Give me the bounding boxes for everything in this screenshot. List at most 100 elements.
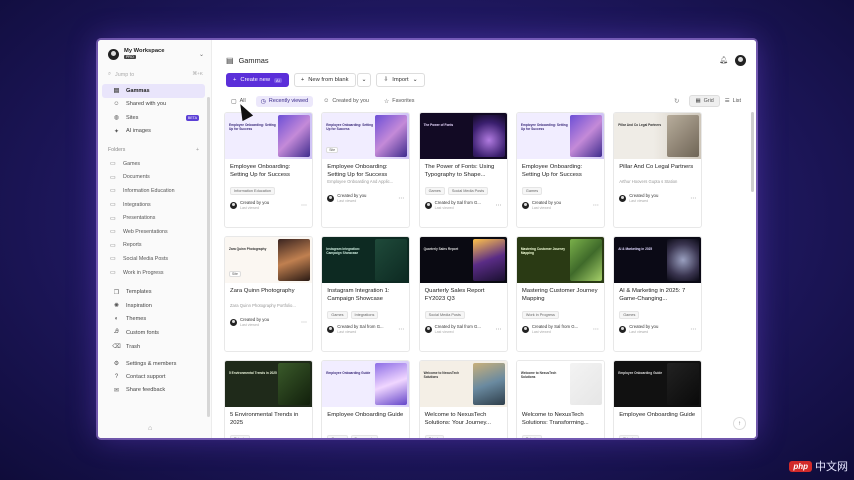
folder-tag[interactable]: Games [521, 187, 543, 195]
more-options-icon[interactable]: ⋯ [301, 202, 307, 209]
jump-to-search[interactable]: ⌕ Jump to ⌘+K [108, 71, 203, 78]
tab-favorites[interactable]: ☆ Favorites [379, 96, 420, 107]
user-avatar[interactable] [735, 54, 746, 66]
card-thumbnail[interactable]: Welcome to NexusTech Solutions [419, 361, 507, 407]
folder-item[interactable]: ▭ Information Education [98, 184, 211, 198]
more-options-icon[interactable]: ⋯ [398, 326, 404, 333]
folder-item[interactable]: ▭ Games [98, 157, 211, 171]
card-thumbnail[interactable]: Welcome to NexusTech Solutions [516, 361, 604, 407]
more-options-icon[interactable]: ⋯ [398, 195, 404, 202]
folder-tag[interactable]: Integrations [350, 311, 379, 319]
gamma-card[interactable]: Employee Onboarding Guide Employee Onboar… [321, 360, 411, 438]
chevron-down-icon[interactable]: ⌄ [199, 51, 204, 58]
thumbnail-title: 5 Environmental Trends in 2025 [229, 371, 277, 375]
card-thumbnail[interactable]: Instagram Integration: Campaign Showcase [322, 237, 410, 283]
folder-item[interactable]: ▭ Presentations [98, 211, 211, 225]
card-thumbnail[interactable]: Employee Onboarding Guide [322, 361, 410, 407]
add-folder-icon[interactable]: + [196, 147, 199, 153]
card-thumbnail[interactable]: Mastering Customer Journey Mapping [516, 237, 604, 283]
card-thumbnail[interactable]: The Power of Fonts [419, 113, 507, 159]
palette-icon: ◐ [114, 316, 119, 323]
more-options-icon[interactable]: ⋯ [593, 326, 599, 333]
sidebar-item-settings-members[interactable]: ⚙ Settings & members [102, 357, 205, 370]
sidebar-item-gammas[interactable]: ▤ Gammas [102, 84, 205, 98]
gamma-card[interactable]: Mastering Customer Journey Mapping Master… [515, 236, 605, 352]
more-options-icon[interactable]: ⋯ [496, 326, 502, 333]
gamma-card[interactable]: Employee Onboarding: Setting Up for Succ… [321, 112, 411, 228]
folder-item[interactable]: ▭ Social Media Posts [98, 252, 211, 266]
new-from-blank-button[interactable]: + New from blank [293, 73, 356, 87]
gamma-card[interactable]: Welcome to NexusTech Solutions Welcome to… [418, 360, 508, 438]
card-thumbnail[interactable]: Pillar And Co Legal Partners [614, 113, 702, 159]
tab-created-by-you[interactable]: ☺ Created by you [318, 96, 374, 107]
create-new-button[interactable]: + Create new AI [226, 73, 289, 87]
folder-tag[interactable]: Information Education [230, 187, 275, 195]
sidebar-item-inspiration[interactable]: ✺ Inspiration [102, 299, 205, 313]
grid-view-toggle[interactable]: ▦ Grid [689, 95, 720, 107]
folder-tag[interactable]: Games [424, 187, 445, 195]
folder-tag[interactable]: Private [424, 435, 445, 438]
folder-tag[interactable]: Private [521, 435, 542, 438]
folder-tag[interactable]: Work in Progress [521, 311, 559, 319]
gamma-card[interactable]: Pillar And Co Legal Partners Pillar And C… [613, 112, 703, 228]
filter-bar: ▢ All ◷ Recently viewed ☺ Created by you ☆ Favo… [212, 92, 756, 110]
sidebar-item-custom-fonts[interactable]: Ꭿ Custom fonts [102, 326, 205, 340]
folder-tag[interactable]: Games [327, 435, 348, 438]
gamma-card[interactable]: The Power of Fonts The Power of Fonts: Us… [418, 112, 508, 228]
sidebar-item-ai-images[interactable]: ✦ AI images [102, 125, 205, 139]
card-thumbnail[interactable]: AI & Marketing in 2025 [614, 237, 702, 283]
sidebar-item-sites[interactable]: ◍ Sites BETA [102, 111, 205, 125]
gamma-card[interactable]: Zara Quinn Photography Site Zara Quinn Pho… [224, 236, 313, 352]
refresh-icon[interactable]: ↻ [674, 97, 679, 105]
sidebar-item-trash[interactable]: ⌫ Trash [102, 340, 205, 354]
sidebar-item-contact-support[interactable]: ? Contact support [102, 371, 205, 384]
gamma-card[interactable]: AI & Marketing in 2025 AI & Marketing in … [613, 236, 703, 352]
folder-item[interactable]: ▭ Reports [98, 239, 211, 253]
bell-icon[interactable]: 🔔︎ [719, 56, 728, 64]
folder-tag[interactable]: Private [230, 435, 250, 438]
workspace-switcher[interactable]: My Workspace PRO ⌄ [98, 40, 211, 64]
folder-tag[interactable]: Documents [350, 435, 378, 438]
folder-tag[interactable]: Social Media Posts [447, 187, 489, 195]
gamma-card[interactable]: Employee Onboarding: Setting Up for Succ… [224, 112, 313, 228]
gamma-card[interactable]: Employee Onboarding Guide Employee Onboar… [613, 360, 703, 438]
card-thumbnail[interactable]: Zara Quinn Photography Site [225, 237, 312, 283]
main-scrollbar[interactable] [751, 112, 754, 192]
more-options-icon[interactable]: ⋯ [593, 202, 599, 209]
folder-tag[interactable]: Games [619, 311, 640, 319]
scroll-top-button[interactable]: ↑ [733, 417, 746, 430]
card-thumbnail[interactable]: Employee Onboarding: Setting Up for Succ… [225, 113, 312, 159]
thumbnail-image [667, 239, 700, 281]
new-dropdown-button[interactable]: ⌄ [356, 73, 372, 87]
gamma-card[interactable]: Instagram Integration: Campaign Showcase… [321, 236, 411, 352]
list-view-toggle[interactable]: ☰ List [720, 96, 746, 106]
sidebar-item-share-feedback[interactable]: ✉ Share feedback [102, 384, 205, 397]
gamma-card[interactable]: Welcome to NexusTech Solutions Welcome to… [515, 360, 605, 438]
folder-tag[interactable]: Social Media Posts [424, 311, 465, 319]
folder-item[interactable]: ▭ Work in Progress [98, 266, 211, 280]
card-thumbnail[interactable]: Employee Onboarding: Setting Up for Succ… [322, 113, 410, 159]
sidebar-item-shared-with-you[interactable]: ☺ Shared with you [102, 98, 205, 112]
sidebar-item-templates[interactable]: ❐ Templates [102, 285, 205, 299]
folder-tag[interactable]: Games [327, 311, 348, 319]
more-options-icon[interactable]: ⋯ [690, 326, 696, 333]
folder-item[interactable]: ▭ Web Presentations [98, 225, 211, 239]
gamma-card[interactable]: 5 Environmental Trends in 2025 5 Environm… [224, 360, 313, 438]
card-thumbnail[interactable]: Quarterly Sales Report [419, 237, 507, 283]
more-options-icon[interactable]: ⋯ [301, 319, 307, 326]
folder-tag[interactable]: Private [619, 435, 640, 438]
sidebar-item-themes[interactable]: ◐ Themes [102, 313, 205, 327]
import-button[interactable]: ⇩ Import ⌄ [376, 73, 425, 87]
more-options-icon[interactable]: ⋯ [690, 195, 696, 202]
chat-icon: ✉ [113, 387, 120, 394]
sidebar-scrollbar[interactable] [207, 97, 210, 417]
card-thumbnail[interactable]: Employee Onboarding Guide [614, 361, 702, 407]
folder-item[interactable]: ▭ Documents [98, 171, 211, 185]
card-thumbnail[interactable]: 5 Environmental Trends in 2025 [225, 361, 312, 407]
tab-recently-viewed[interactable]: ◷ Recently viewed [255, 95, 314, 107]
card-thumbnail[interactable]: Employee Onboarding: Setting Up for Succ… [516, 113, 604, 159]
folder-item[interactable]: ▭ Integrations [98, 198, 211, 212]
more-options-icon[interactable]: ⋯ [496, 202, 502, 209]
gamma-card[interactable]: Employee Onboarding: Setting Up for Succ… [515, 112, 605, 228]
gamma-card[interactable]: Quarterly Sales Report Quarterly Sales Re… [418, 236, 508, 352]
